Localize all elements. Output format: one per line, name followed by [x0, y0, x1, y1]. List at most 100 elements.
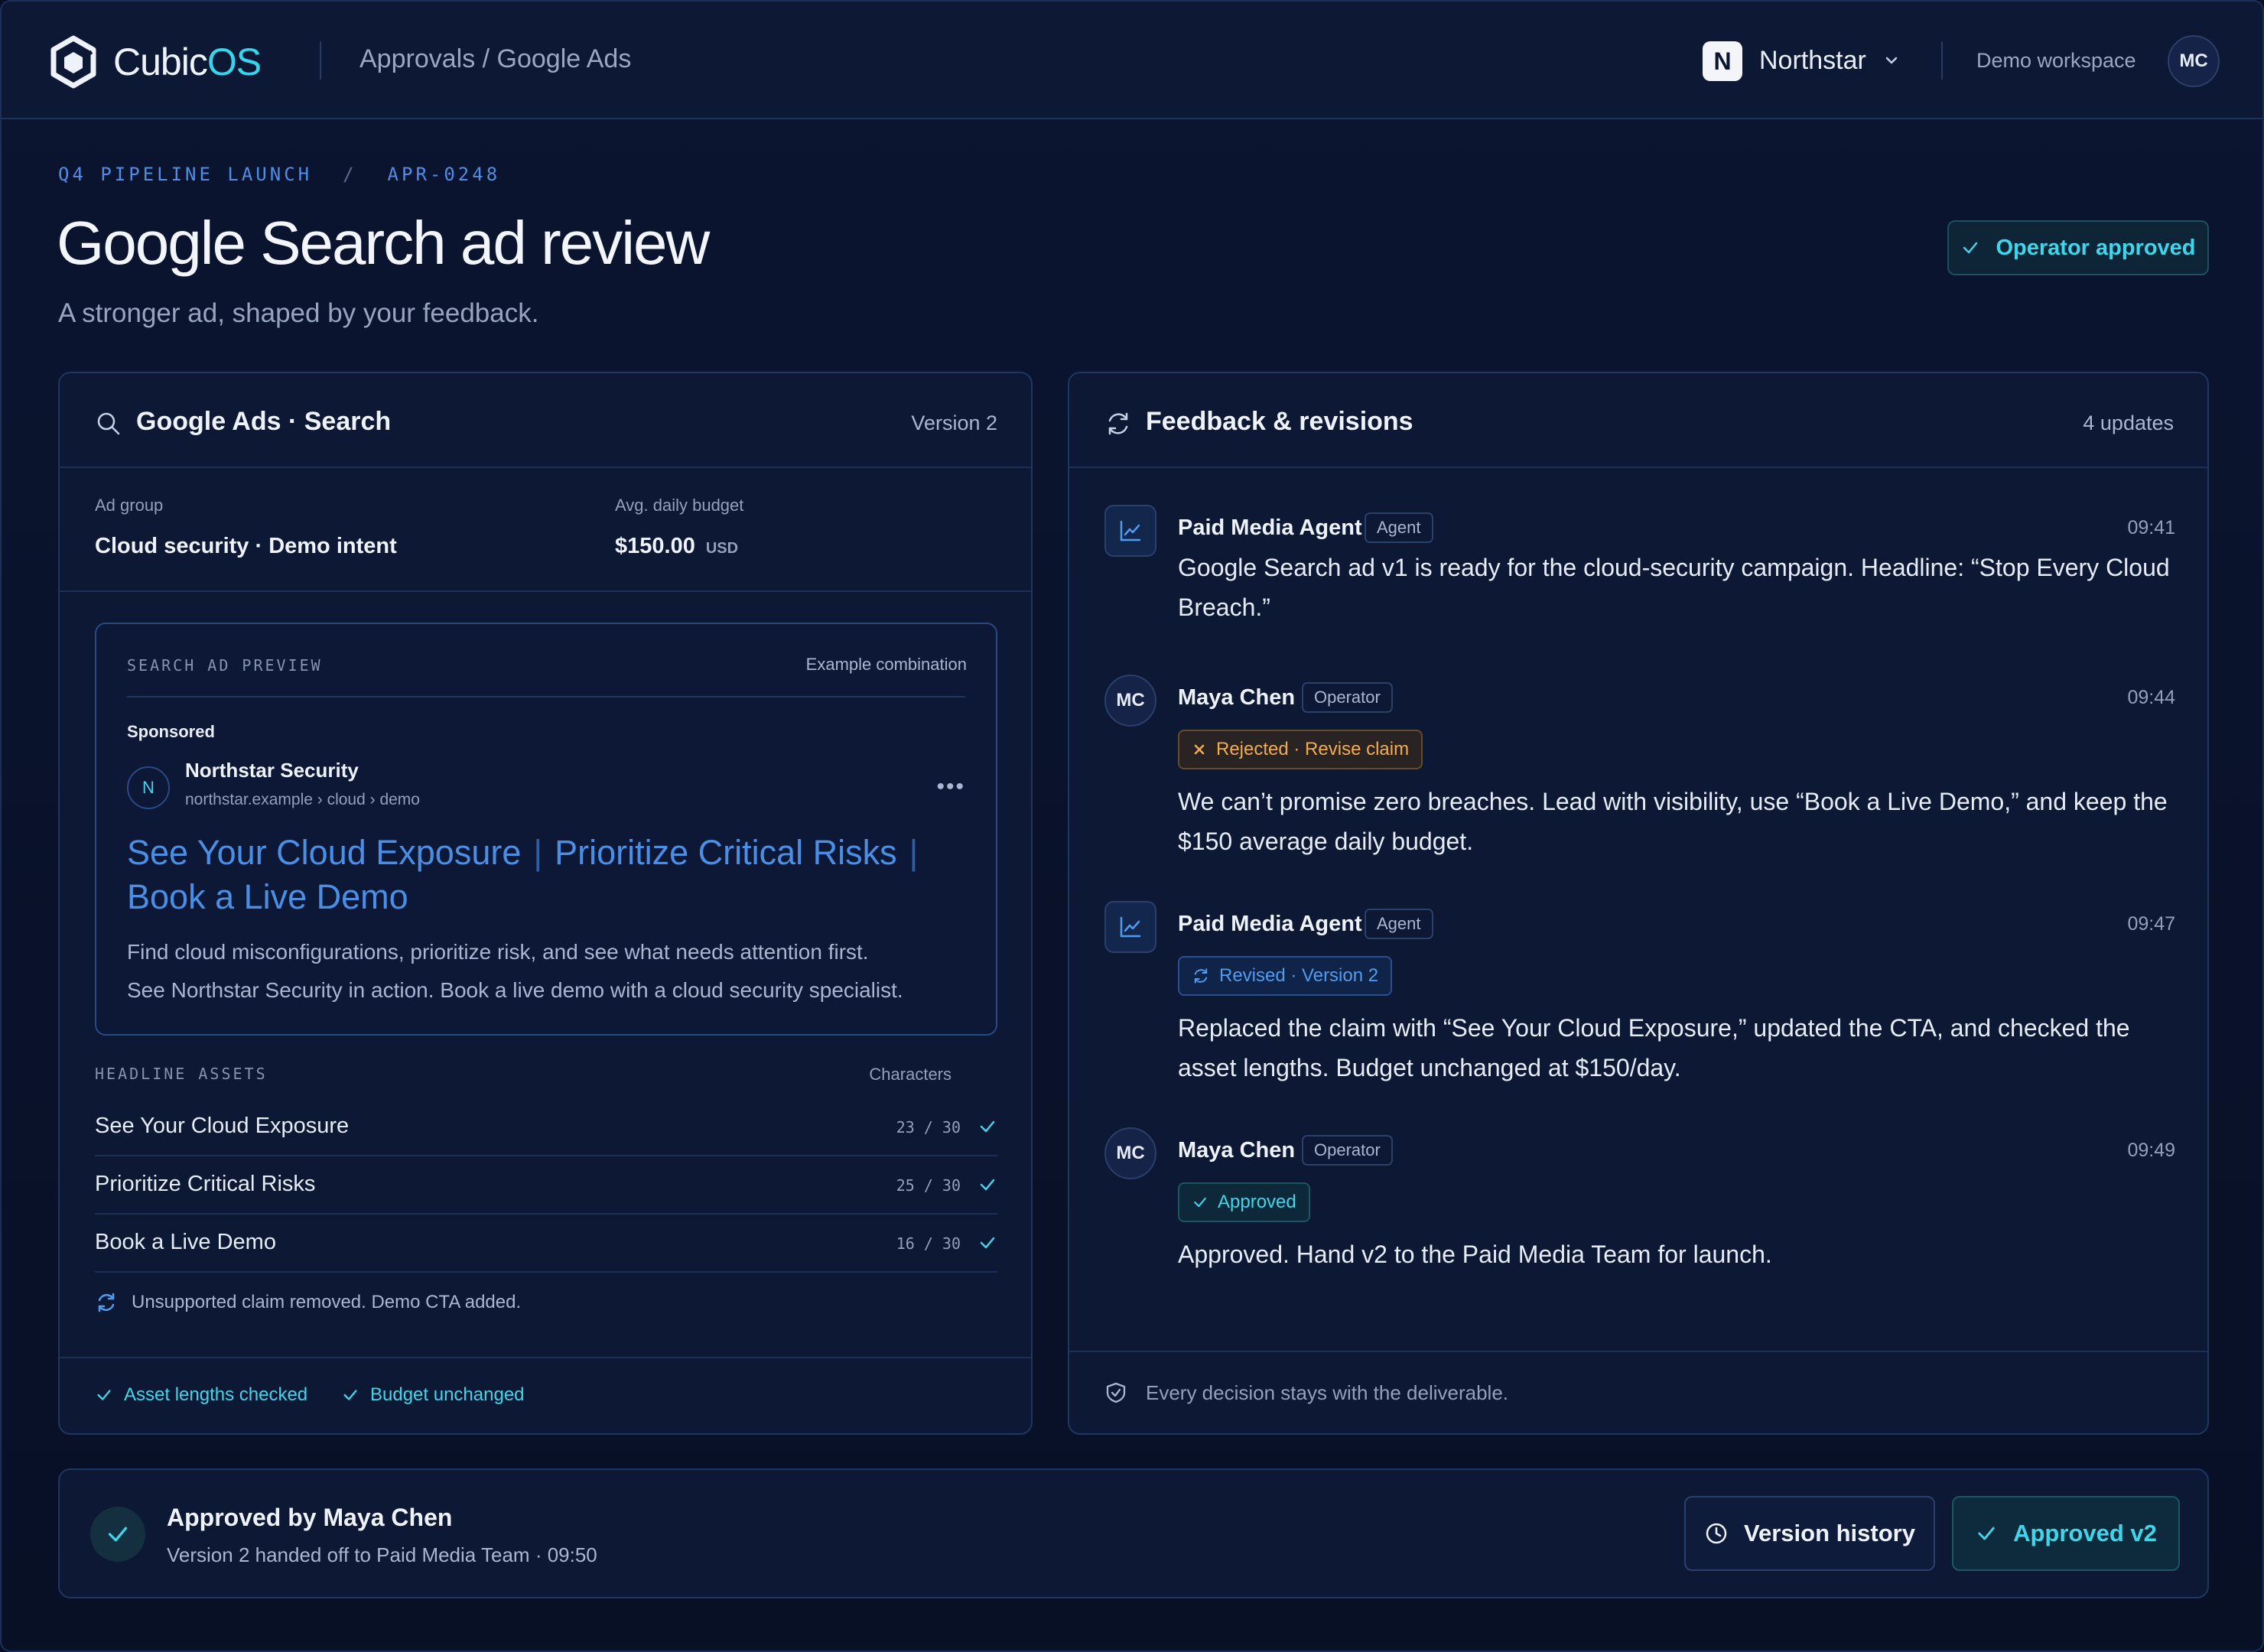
feed-message: Google Search ad v1 is ready for the clo…	[1178, 554, 2170, 621]
role-tag: Agent	[1365, 909, 1433, 939]
asset-row: Prioritize Critical Risks 25 / 30	[95, 1156, 997, 1215]
timestamp: 09:44	[2127, 687, 2175, 708]
approved-v2-button[interactable]: Approved v2	[1952, 1496, 2180, 1571]
feed-item: MC Maya Chen Operator 09:44 Rejected · R…	[1104, 675, 2175, 873]
workspace-switcher[interactable]: Northstar	[1759, 46, 1866, 76]
feedback-card: Feedback & revisions 4 updates Paid Medi…	[1068, 372, 2209, 1435]
check-icon	[343, 1390, 357, 1400]
author-name: Paid Media Agent	[1178, 515, 1362, 540]
refresh-icon	[1108, 412, 1128, 435]
example-combination-label: Example combination	[805, 655, 967, 674]
feed-item: MC Maya Chen Operator 09:49 Approved App…	[1104, 1127, 2175, 1296]
ad-card: Google Ads · Search Version 2 Ad group C…	[58, 372, 1033, 1435]
approved-check-icon	[90, 1507, 145, 1562]
version-label: Version 2	[911, 411, 997, 434]
headline-assets-label: HEADLINE ASSETS	[95, 1065, 268, 1083]
asset-name: Prioritize Critical Risks	[95, 1172, 316, 1196]
check-icon	[980, 1179, 995, 1191]
approval-title: Approved by Maya Chen	[167, 1504, 453, 1531]
ad-group-value: Cloud security · Demo intent	[95, 534, 397, 558]
section-divider	[60, 590, 1031, 592]
header-divider-2	[1941, 41, 1943, 80]
feed-message: Replaced the claim with “See Your Cloud …	[1178, 1014, 2130, 1081]
feedback-card-title: Feedback & revisions	[1146, 407, 1413, 436]
feedback-card-footer: Every decision stays with the deliverabl…	[1069, 1351, 2207, 1433]
breadcrumb-id[interactable]: APR-0248	[388, 164, 501, 185]
rejected-badge: Rejected · Revise claim	[1178, 730, 1423, 769]
feed-item: Paid Media Agent Agent 09:47 Revised · V…	[1104, 901, 2175, 1100]
budget-value: $150.00 USD	[615, 534, 739, 558]
version-history-button[interactable]: Version history	[1684, 1496, 1935, 1571]
search-ad-preview: SEARCH AD PREVIEW Example combination Sp…	[95, 623, 997, 1036]
header-breadcrumb[interactable]: Approvals / Google Ads	[359, 44, 631, 74]
check-icon	[1963, 242, 1978, 254]
more-options-icon[interactable]: •••	[936, 774, 965, 800]
asset-lengths-checked: Asset lengths checked	[95, 1384, 307, 1406]
check-icon	[980, 1120, 995, 1133]
asset-name: See Your Cloud Exposure	[95, 1114, 350, 1138]
search-icon	[97, 412, 120, 435]
user-avatar[interactable]: MC	[2168, 35, 2220, 87]
ad-description: Find cloud misconfigurations, prioritize…	[127, 940, 903, 1002]
check-icon	[1978, 1527, 1995, 1540]
cube-logo-icon	[50, 35, 96, 89]
ad-group-label: Ad group	[95, 496, 164, 515]
author-name: Maya Chen	[1178, 1138, 1296, 1163]
check-icon	[980, 1237, 995, 1249]
role-tag: Agent	[1365, 512, 1433, 543]
asset-row: See Your Cloud Exposure 23 / 30	[95, 1098, 997, 1156]
breadcrumb-project[interactable]: Q4 PIPELINE LAUNCH	[58, 164, 312, 185]
ad-headline[interactable]: See Your Cloud Exposure | Prioritize Criti…	[127, 831, 968, 919]
footer-note: Every decision stays with the deliverabl…	[1146, 1381, 1509, 1404]
breadcrumb: Q4 PIPELINE LAUNCH / APR-0248	[58, 164, 500, 185]
budget-unchanged: Budget unchanged	[341, 1384, 525, 1406]
workspace-logo[interactable]: N	[1703, 41, 1742, 81]
header-divider	[320, 41, 321, 80]
clock-icon	[1706, 1523, 1727, 1544]
advertiser-avatar: N	[127, 766, 170, 809]
approval-bar: Approved by Maya Chen Version 2 handed o…	[58, 1468, 2209, 1598]
close-icon	[1194, 744, 1205, 755]
breadcrumb-separator: /	[343, 164, 357, 185]
agent-avatar	[1104, 901, 1156, 953]
asset-row: Book a Live Demo 16 / 30	[95, 1215, 997, 1273]
sponsored-label: Sponsored	[127, 722, 215, 741]
ad-card-header: Google Ads · Search Version 2	[60, 373, 1031, 468]
approved-badge: Approved	[1178, 1182, 1310, 1222]
ad-card-footer: Asset lengths checked Budget unchanged	[60, 1357, 1031, 1433]
logo[interactable]: CubicOS	[49, 35, 262, 89]
status-badge: Operator approved	[1947, 220, 2209, 275]
asset-name: Book a Live Demo	[95, 1230, 276, 1254]
revision-note: Unsupported claim removed. Demo CTA adde…	[95, 1291, 521, 1314]
advertiser-url: northstar.example › cloud › demo	[185, 791, 420, 808]
timestamp: 09:47	[2127, 913, 2175, 935]
chart-line-icon	[1120, 520, 1141, 541]
budget-currency: USD	[705, 540, 739, 557]
app-window: CubicOS Approvals / Google Ads N Northst…	[0, 0, 2264, 1652]
author-name: Paid Media Agent	[1178, 912, 1362, 936]
page-title: Google Search ad review	[57, 209, 710, 277]
timestamp: 09:49	[2127, 1140, 2175, 1161]
logo-text: CubicOS	[113, 41, 262, 83]
revised-badge: Revised · Version 2	[1178, 956, 1393, 996]
chevron-down-icon[interactable]	[1883, 52, 1900, 69]
refresh-icon	[1194, 968, 1208, 984]
page-subtitle: A stronger ad, shaped by your feedback.	[58, 298, 539, 328]
agent-avatar	[1104, 505, 1156, 557]
author-name: Maya Chen	[1178, 685, 1296, 710]
role-tag: Operator	[1302, 1135, 1393, 1166]
role-tag: Operator	[1302, 682, 1393, 713]
asset-count: 23 / 30	[896, 1118, 961, 1137]
preview-label: SEARCH AD PREVIEW	[127, 656, 323, 675]
timestamp: 09:41	[2127, 517, 2175, 538]
revision-note-text: Unsupported claim removed. Demo CTA adde…	[132, 1292, 522, 1312]
updates-count: 4 updates	[2083, 411, 2174, 434]
budget-label: Avg. daily budget	[615, 496, 744, 515]
characters-label: Characters	[869, 1065, 951, 1084]
asset-count: 16 / 30	[896, 1234, 961, 1253]
approval-subtitle: Version 2 handed off to Paid Media Team …	[167, 1543, 597, 1566]
feed-message: We can’t promise zero breaches. Lead wit…	[1178, 788, 2168, 855]
feed-item: Paid Media Agent Agent 09:41 Google Sear…	[1104, 505, 2175, 658]
refresh-icon	[98, 1293, 115, 1312]
ad-card-title: Google Ads · Search	[136, 407, 392, 436]
